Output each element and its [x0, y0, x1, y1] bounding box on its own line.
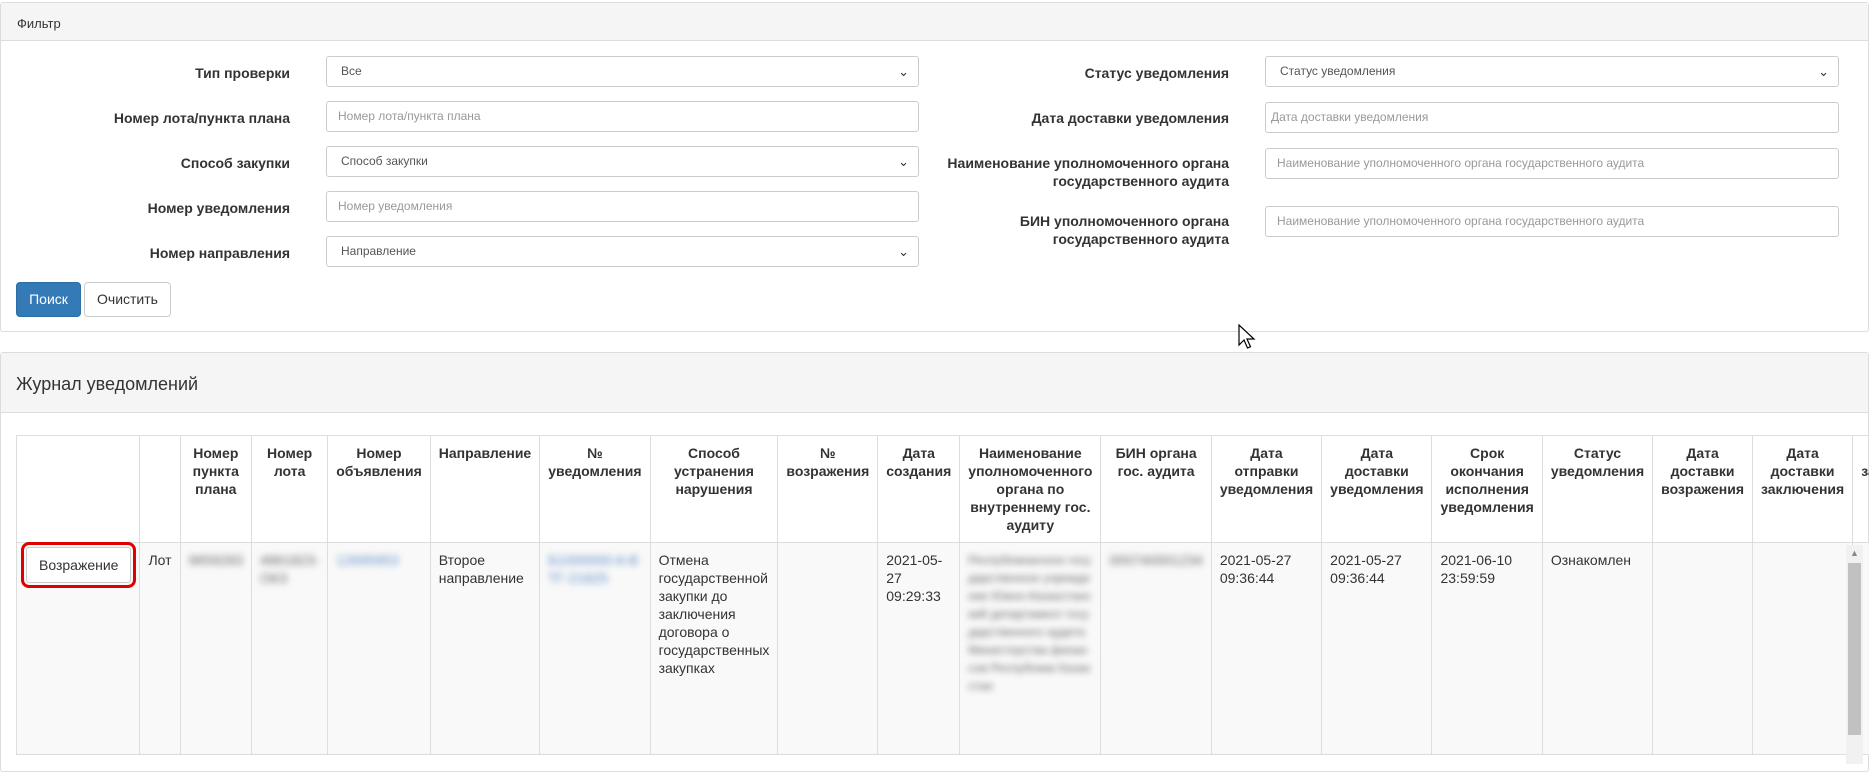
col-objection-delivered: Дата доставки возражения	[1653, 436, 1753, 543]
notification-status-label: Статус уведомления	[789, 64, 1229, 82]
cell-plan-number: 9659283	[189, 552, 244, 568]
authority-name-label-line2: государственного аудита	[789, 172, 1229, 190]
notification-link[interactable]: Б1000000-6-ВТГ-21625	[548, 552, 638, 586]
col-status: Статус уведомления	[1542, 436, 1652, 543]
col-violation-fix: Способ устранения нарушения	[650, 436, 778, 543]
cell-conclusion-delivered	[1752, 543, 1852, 755]
col-authority-name: Наименование уполномоченного органа по в…	[960, 436, 1101, 543]
search-button[interactable]: Поиск	[16, 282, 81, 317]
col-deadline: Срок окончания исполнения уведомления	[1432, 436, 1542, 543]
purchase-method-label: Способ закупки	[0, 154, 290, 172]
scrollbar-thumb[interactable]	[1848, 563, 1861, 735]
col-plan-number: Номер пункта плана	[180, 436, 252, 543]
col-authority-bin: БИН органа гос. аудита	[1101, 436, 1211, 543]
notifications-table: Номер пункта плана Номер лота Номер объя…	[16, 435, 1869, 755]
cell-created: 2021-05-27 09:29:33	[878, 543, 960, 755]
notification-status-value: Статус уведомления	[1280, 64, 1395, 78]
cell-direction: Второе направление	[430, 543, 539, 755]
notification-number-label: Номер уведомления	[0, 199, 290, 217]
table-scrollbar[interactable]: ▲	[1846, 545, 1863, 764]
col-objection-number: № возражения	[778, 436, 878, 543]
direction-value: Направление	[341, 244, 416, 258]
table-row: Возражение Лот 9659283 4861823-ОКЗ 12695…	[17, 543, 1869, 755]
authority-name-input[interactable]: Наименование уполномоченного органа госу…	[1265, 148, 1839, 179]
mouse-cursor-icon	[1238, 324, 1256, 350]
chevron-down-icon: ⌄	[1818, 57, 1829, 86]
authority-bin-label: БИН уполномоченного органа государственн…	[789, 212, 1229, 248]
cell-lot-number: 4861823-ОКЗ	[260, 552, 319, 586]
authority-name-label: Наименование уполномоченного органа госу…	[789, 154, 1229, 190]
col-created: Дата создания	[878, 436, 960, 543]
col-conclusion-status: Статус заключения	[1853, 436, 1869, 543]
col-sent: Дата отправки уведомления	[1211, 436, 1321, 543]
direction-number-label: Номер направления	[0, 244, 290, 262]
cell-violation-fix: Отмена государственной закупки до заключ…	[650, 543, 778, 755]
authority-name-label-line1: Наименование уполномоченного органа	[789, 154, 1229, 172]
col-delivered: Дата доставки уведомления	[1322, 436, 1432, 543]
authority-bin-label-line2: государственного аудита	[789, 230, 1229, 248]
col-type	[140, 436, 180, 543]
announcement-link[interactable]: 12695953	[336, 552, 398, 568]
cell-delivered: 2021-05-27 09:36:44	[1322, 543, 1432, 755]
col-conclusion-delivered: Дата доставки заключения	[1752, 436, 1852, 543]
authority-bin-label-line1: БИН уполномоченного органа	[789, 212, 1229, 230]
col-lot-number: Номер лота	[252, 436, 328, 543]
notification-status-select[interactable]: Статус уведомления ⌄	[1265, 56, 1839, 87]
table-header-row: Номер пункта плана Номер лота Номер объя…	[17, 436, 1869, 543]
check-type-value: Все	[341, 64, 362, 78]
purchase-method-value: Способ закупки	[341, 154, 428, 168]
cell-authority-bin: 000740001234	[1109, 552, 1202, 568]
cell-objection-number	[778, 543, 878, 755]
check-type-label: Тип проверки	[0, 64, 290, 82]
cell-deadline: 2021-06-10 23:59:59	[1432, 543, 1542, 755]
objection-button[interactable]: Возражение	[26, 547, 131, 583]
filter-panel-title: Фильтр	[1, 3, 1868, 41]
cell-status: Ознакомлен	[1542, 543, 1652, 755]
cell-objection-delivered	[1653, 543, 1753, 755]
delivery-date-input[interactable]: Дата доставки уведомления	[1265, 102, 1839, 133]
journal-title: Журнал уведомлений	[1, 353, 1868, 413]
scroll-up-arrow-icon[interactable]: ▲	[1850, 548, 1859, 558]
cell-type: Лот	[140, 543, 180, 755]
col-notification-number: № уведомления	[540, 436, 650, 543]
cell-authority-name: Республиканское государственное учрежден…	[968, 553, 1091, 693]
col-actions	[17, 436, 140, 543]
lot-number-label: Номер лота/пункта плана	[0, 109, 290, 127]
col-direction: Направление	[430, 436, 539, 543]
col-announcement-number: Номер объявления	[328, 436, 431, 543]
delivery-date-label: Дата доставки уведомления	[789, 109, 1229, 127]
clear-button[interactable]: Очистить	[84, 282, 171, 317]
cell-sent: 2021-05-27 09:36:44	[1211, 543, 1321, 755]
authority-bin-input[interactable]: Наименование уполномоченного органа госу…	[1265, 206, 1839, 237]
